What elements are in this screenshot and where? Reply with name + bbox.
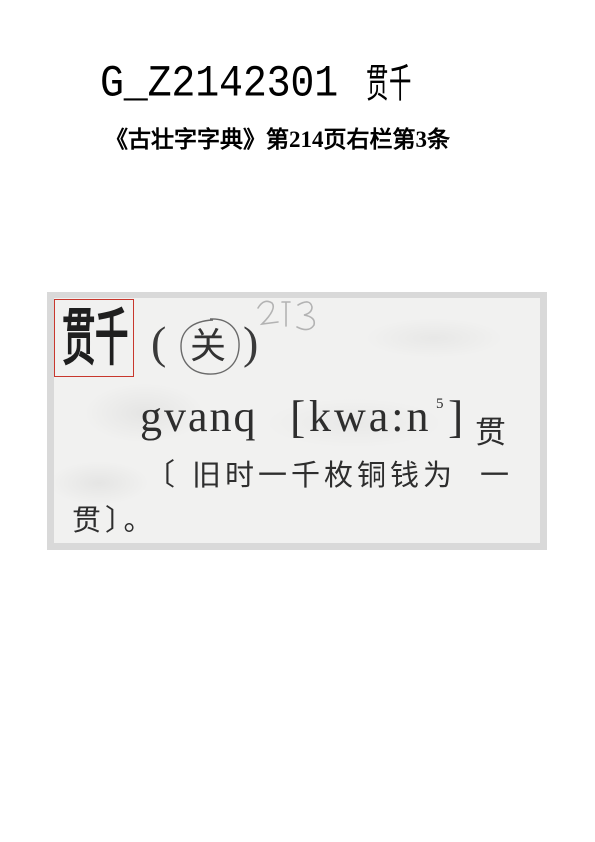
headword-right-component: 千 xyxy=(95,305,129,373)
variant-character: 关 xyxy=(190,326,227,366)
title-glyph-left-component: 贯 xyxy=(366,61,389,106)
variant-open-paren: ( xyxy=(151,317,167,368)
zhuang-romanization: gvanq xyxy=(140,392,258,441)
variant-close-paren: ) xyxy=(243,317,259,368)
source-reference: 《古壮字字典》第214页右栏第3条 xyxy=(105,127,450,152)
glyph-code-title: G_Z2142301 xyxy=(100,59,339,111)
ipa-close-bracket: ] xyxy=(448,391,464,442)
headword-left-component: 贯 xyxy=(62,305,96,373)
headword-glyph: 贯千 xyxy=(62,306,130,372)
chinese-gloss: 贯 xyxy=(475,415,506,450)
definition-open-bracket: 〔 xyxy=(145,459,175,492)
definition-line1-end: 一 xyxy=(480,460,510,492)
handwritten-pencil-note xyxy=(257,300,316,331)
definition-line2: 贯〕。 xyxy=(72,505,157,537)
title-glyph: 贯千 xyxy=(366,63,412,105)
dictionary-scan-image: 贯千 ( 关 ) gvanq [ kwa:n 5 ] 贯 〔 旧时一千枚铜钱为 … xyxy=(47,292,547,550)
ipa-open-bracket: [ xyxy=(290,391,306,442)
ipa-transcription: kwa:n xyxy=(309,392,432,441)
title-glyph-right-component: 千 xyxy=(389,61,412,106)
definition-text: 旧时一千枚铜钱为 xyxy=(192,460,457,492)
ipa-tone-number: 5 xyxy=(436,396,444,412)
